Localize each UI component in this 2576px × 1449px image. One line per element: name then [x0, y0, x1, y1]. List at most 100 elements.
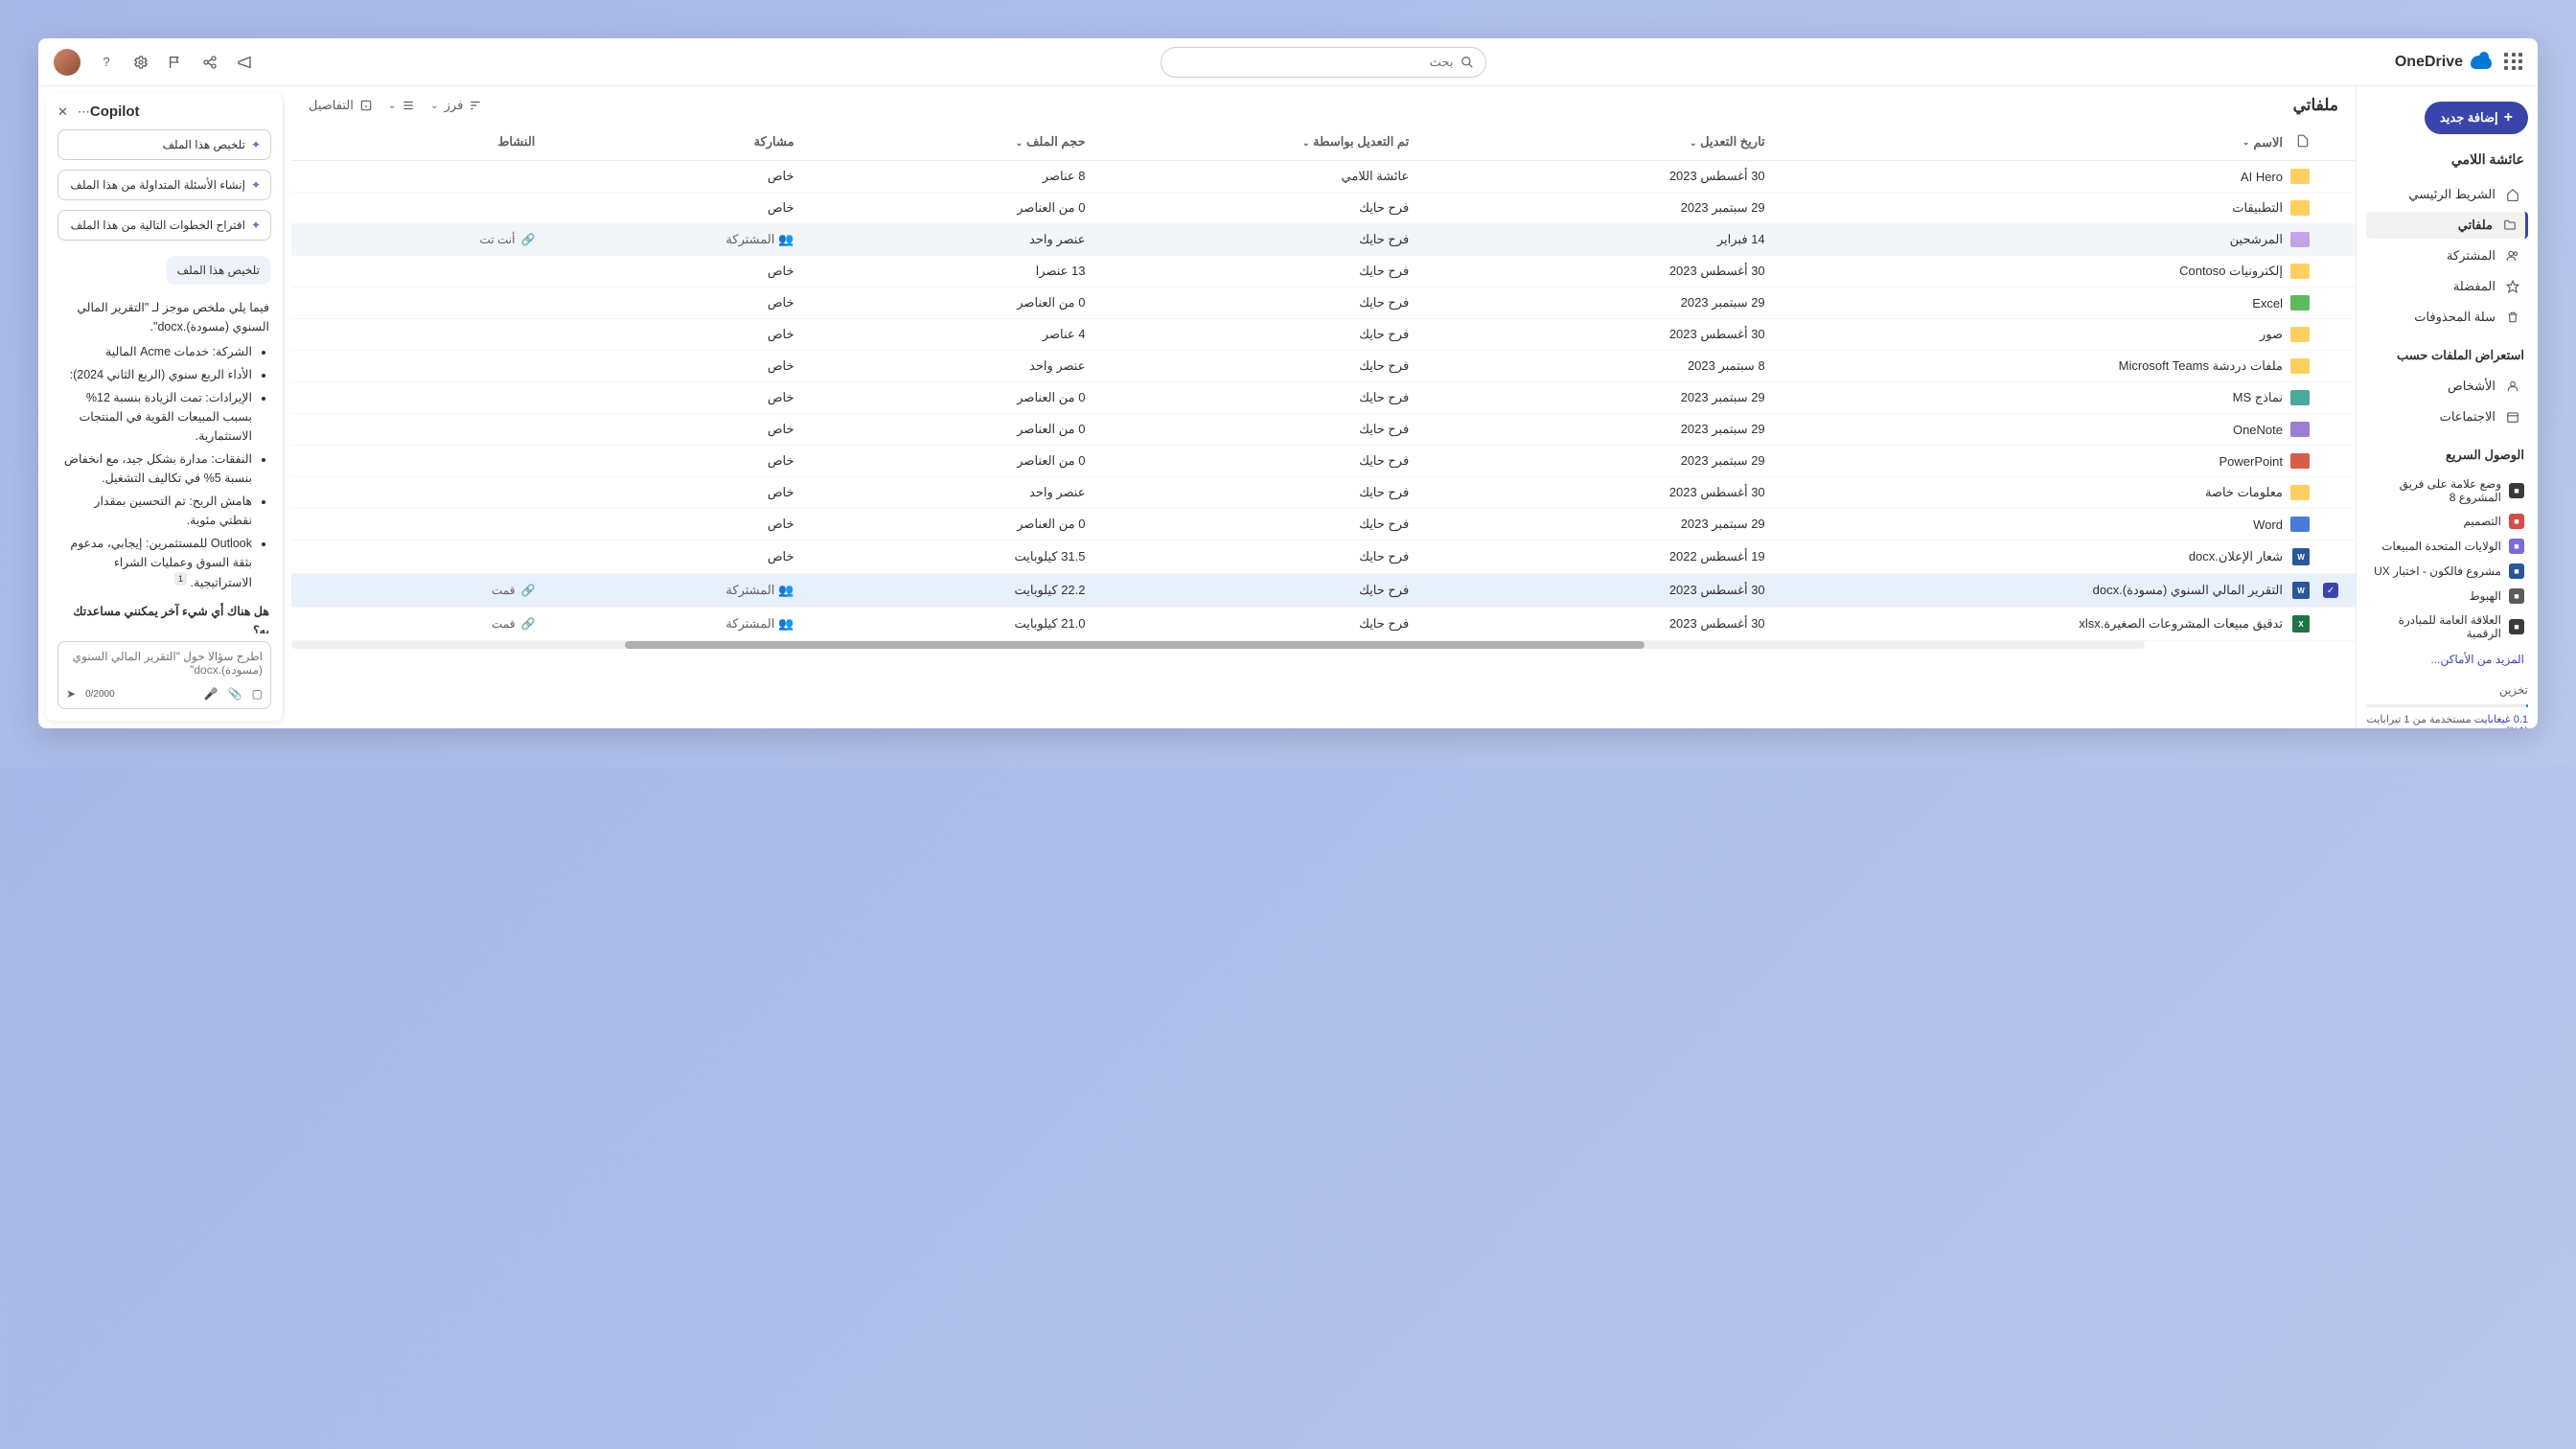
file-name[interactable]: ملفات دردشة Microsoft Teams	[1765, 358, 2283, 374]
flag-icon[interactable]	[167, 54, 184, 71]
file-name[interactable]: إلكترونيات Contoso	[1765, 264, 2283, 279]
sort-icon	[469, 99, 482, 112]
nav-label: الأشخاص	[2448, 379, 2496, 394]
sharing-status: خاص	[768, 358, 794, 373]
col-name[interactable]: الاسم ⌄	[1765, 134, 2283, 150]
file-name[interactable]: Excel	[1765, 296, 2283, 310]
nav-favorites[interactable]: المفضلة	[2366, 273, 2528, 300]
col-activity[interactable]: النشاط	[309, 134, 535, 150]
file-name[interactable]: OneNote	[1765, 423, 2283, 437]
quick-badge-icon: ■	[2509, 619, 2524, 634]
row-activity[interactable]: 🔗 قمت	[309, 617, 535, 631]
help-icon[interactable]: ?	[98, 54, 115, 71]
search-box[interactable]	[1161, 47, 1486, 78]
col-type-icon[interactable]	[2283, 134, 2310, 150]
file-name[interactable]: التقرير المالي السنوي (مسودة).docx	[1765, 583, 2283, 598]
megaphone-icon[interactable]	[236, 54, 253, 71]
col-modified[interactable]: تاريخ التعديل ⌄	[1409, 134, 1764, 150]
response-bullet: النفقات: مدارة بشكل جيد، مع انخفاض بنسبة…	[59, 449, 252, 488]
attach-icon[interactable]: 📎	[228, 687, 242, 701]
row-activity[interactable]: 🔗 قمت	[309, 584, 535, 597]
file-name[interactable]: Word	[1765, 518, 2283, 532]
table-row[interactable]: ملفات دردشة Microsoft Teams 8 سبتمبر 202…	[291, 351, 2356, 382]
copilot-textarea[interactable]	[66, 650, 263, 684]
share-icon[interactable]	[201, 54, 218, 71]
table-row[interactable]: Excel 29 سبتمبر 2023 فرح حايك 0 من العنا…	[291, 288, 2356, 319]
file-name[interactable]: التطبيقات	[1765, 200, 2283, 216]
nav-home[interactable]: الشريط الرئيسي	[2366, 181, 2528, 208]
file-size: 0 من العناصر	[794, 517, 1086, 532]
app-launcher-icon[interactable]	[2503, 53, 2522, 72]
quick-access-item[interactable]: ■الهبوط	[2366, 584, 2528, 609]
quick-access-item[interactable]: ■مشروع فالكون - اختبار UX	[2366, 559, 2528, 584]
storage-used-link[interactable]: 0.1 غيغابايت	[2474, 714, 2528, 725]
gear-icon[interactable]	[132, 54, 150, 71]
file-name[interactable]: AI Hero	[1765, 170, 2283, 184]
table-row[interactable]: ✓ W التقرير المالي السنوي (مسودة).docx 3…	[291, 574, 2356, 608]
table-row[interactable]: صور 30 أغسطس 2023 فرح حايك 4 عناصر خاص	[291, 319, 2356, 351]
format-icon[interactable]: ▢	[252, 687, 263, 701]
response-followup: هل هناك أي شيء آخر يمكنني مساعدتك به؟	[59, 602, 269, 633]
nav-recycle[interactable]: سلة المحذوفات	[2366, 304, 2528, 331]
quick-access-item[interactable]: ■الولايات المتحدة المبيعات	[2366, 534, 2528, 559]
mic-icon[interactable]: 🎤	[204, 687, 218, 701]
more-icon[interactable]: ⋯	[78, 104, 90, 120]
search-input[interactable]	[1173, 55, 1453, 69]
file-name[interactable]: معلومات خاصة	[1765, 485, 2283, 500]
table-row[interactable]: X تدقيق مبيعات المشروعات الصغيرة.xlsx 30…	[291, 608, 2356, 641]
table-row[interactable]: W شعار الإعلان.docx 19 أغسطس 2022 فرح حا…	[291, 540, 2356, 574]
file-type-icon	[2290, 264, 2310, 279]
file-date: 30 أغسطس 2023	[1409, 616, 1764, 632]
send-icon[interactable]: ➤	[66, 687, 76, 701]
table-row[interactable]: المرشحين 14 فبراير فرح حايك عنصر واحد 👥 …	[291, 224, 2356, 256]
table-row[interactable]: Word 29 سبتمبر 2023 فرح حايك 0 من العناص…	[291, 509, 2356, 540]
file-name[interactable]: المرشحين	[1765, 232, 2283, 247]
file-date: 29 سبتمبر 2023	[1409, 517, 1764, 532]
quick-access-item[interactable]: ■وضع علامة على فريق المشروع 8	[2366, 472, 2528, 509]
table-row[interactable]: PowerPoint 29 سبتمبر 2023 فرح حايك 0 من …	[291, 446, 2356, 477]
reference-badge[interactable]: 1	[174, 572, 187, 586]
file-type-icon: W	[2292, 548, 2310, 565]
file-size: 0 من العناصر	[794, 422, 1086, 437]
sort-button[interactable]: فرز ⌄	[430, 98, 482, 113]
nav-meetings[interactable]: الاجتماعات	[2366, 403, 2528, 430]
table-row[interactable]: AI Hero 30 أغسطس 2023 عائشة اللامي 8 عنا…	[291, 161, 2356, 193]
copilot-suggestion[interactable]: ✦ اقتراح الخطوات التالية من هذا الملف	[58, 210, 271, 241]
col-sharing[interactable]: مشاركة	[535, 134, 794, 150]
file-name[interactable]: شعار الإعلان.docx	[1765, 549, 2283, 564]
copilot-input[interactable]: ▢ 📎 🎤 0/2000 ➤	[58, 641, 271, 709]
file-date: 29 سبتمبر 2023	[1409, 390, 1764, 405]
avatar[interactable]	[54, 49, 80, 76]
nav-my-files[interactable]: ملفاتي	[2366, 212, 2528, 239]
nav-people[interactable]: الأشخاص	[2366, 373, 2528, 400]
details-button[interactable]: التفاصيل	[309, 98, 373, 113]
file-type-icon	[2290, 358, 2310, 374]
row-checkbox[interactable]: ✓	[2323, 583, 2338, 598]
quick-access-item[interactable]: ■العلاقة العامة للمبادرة الرقمية	[2366, 609, 2528, 645]
row-activity[interactable]: 🔗 أنت تت	[309, 233, 535, 246]
file-name[interactable]: PowerPoint	[1765, 454, 2283, 469]
close-icon[interactable]: ✕	[58, 104, 68, 120]
col-size[interactable]: حجم الملف ⌄	[794, 134, 1086, 150]
quick-access-item[interactable]: ■التصميم	[2366, 509, 2528, 534]
table-row[interactable]: نماذج MS 29 سبتمبر 2023 فرح حايك 0 من ال…	[291, 382, 2356, 414]
horizontal-scrollbar[interactable]	[291, 641, 2145, 649]
table-row[interactable]: OneNote 29 سبتمبر 2023 فرح حايك 0 من الع…	[291, 414, 2356, 446]
table-row[interactable]: التطبيقات 29 سبتمبر 2023 فرح حايك 0 من ا…	[291, 193, 2356, 224]
new-button[interactable]: + إضافة جديد	[2425, 102, 2528, 134]
file-name[interactable]: تدقيق مبيعات المشروعات الصغيرة.xlsx	[1765, 616, 2283, 632]
nav-shared[interactable]: المشتركة	[2366, 242, 2528, 269]
user-name: عائشة اللامي	[2366, 151, 2528, 168]
copilot-suggestion[interactable]: ✦ تلخيص هذا الملف	[58, 129, 271, 160]
search-icon	[1460, 56, 1474, 69]
table-row[interactable]: معلومات خاصة 30 أغسطس 2023 فرح حايك عنصر…	[291, 477, 2356, 509]
calendar-icon	[2505, 409, 2520, 425]
more-places-link[interactable]: المزيد من الأماكن...	[2366, 649, 2528, 670]
copilot-suggestion[interactable]: ✦ إنشاء الأسئلة المتداولة من هذا الملف	[58, 170, 271, 200]
table-row[interactable]: إلكترونيات Contoso 30 أغسطس 2023 فرح حاي…	[291, 256, 2356, 288]
view-switcher[interactable]: ⌄	[388, 99, 415, 112]
sharing-status: خاص	[768, 422, 794, 436]
file-name[interactable]: نماذج MS	[1765, 390, 2283, 405]
col-modified-by[interactable]: تم التعديل بواسطة ⌄	[1086, 134, 1410, 150]
file-name[interactable]: صور	[1765, 327, 2283, 342]
